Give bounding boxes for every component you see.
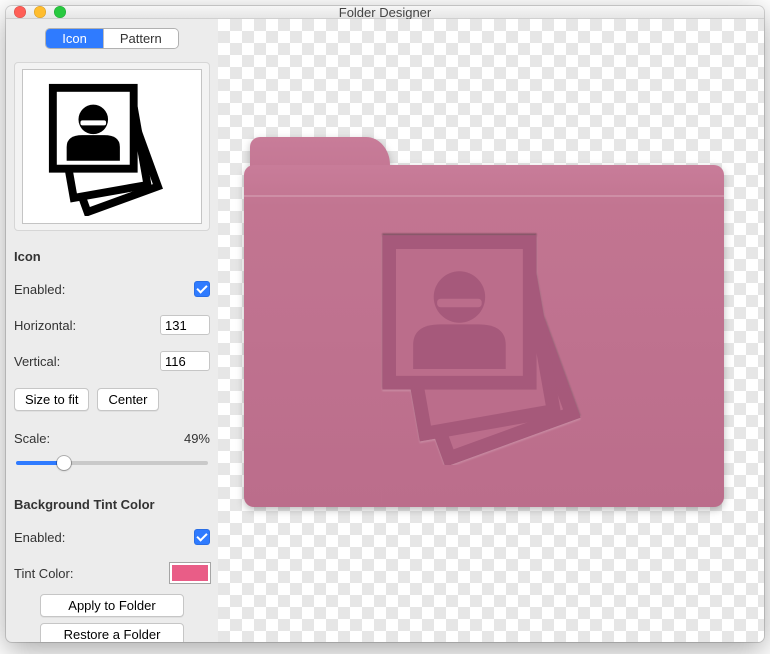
tab-icon[interactable]: Icon [46, 29, 103, 48]
tint-color-label: Tint Color: [14, 566, 73, 581]
scale-slider[interactable] [16, 461, 208, 465]
window-body: Icon Pattern [6, 19, 764, 642]
horizontal-input[interactable] [160, 315, 210, 335]
window-title: Folder Designer [6, 6, 764, 20]
folder-preview [244, 137, 724, 507]
background-section-title: Background Tint Color [14, 497, 210, 512]
vertical-input[interactable] [160, 351, 210, 371]
size-to-fit-button[interactable]: Size to fit [14, 388, 89, 411]
icon-enabled-checkbox[interactable] [194, 281, 210, 297]
sidebar: Icon Pattern [6, 19, 218, 642]
scale-value: 49% [184, 431, 210, 446]
folder-overlay-icon [362, 225, 622, 468]
center-button[interactable]: Center [97, 388, 158, 411]
photo-stack-icon [43, 78, 181, 216]
restore-a-folder-button[interactable]: Restore a Folder [40, 623, 184, 642]
scale-slider-thumb[interactable] [57, 456, 71, 470]
icon-section-title: Icon [14, 249, 210, 264]
segmented-control: Icon Pattern [14, 29, 210, 48]
horizontal-label: Horizontal: [14, 318, 76, 333]
apply-to-folder-button[interactable]: Apply to Folder [40, 594, 184, 617]
icon-thumbnail[interactable] [22, 69, 202, 224]
bg-enabled-label: Enabled: [14, 530, 65, 545]
vertical-label: Vertical: [14, 354, 60, 369]
tab-pattern[interactable]: Pattern [103, 29, 178, 48]
icon-thumbnail-panel [14, 62, 210, 231]
titlebar: Folder Designer [6, 6, 764, 19]
tint-color-well[interactable] [170, 563, 210, 583]
photo-stack-icon [362, 225, 622, 465]
bg-enabled-checkbox[interactable] [194, 529, 210, 545]
preview-area [218, 19, 764, 642]
icon-enabled-label: Enabled: [14, 282, 65, 297]
scale-label: Scale: [14, 431, 50, 446]
app-window: Folder Designer Icon Pattern [6, 6, 764, 642]
